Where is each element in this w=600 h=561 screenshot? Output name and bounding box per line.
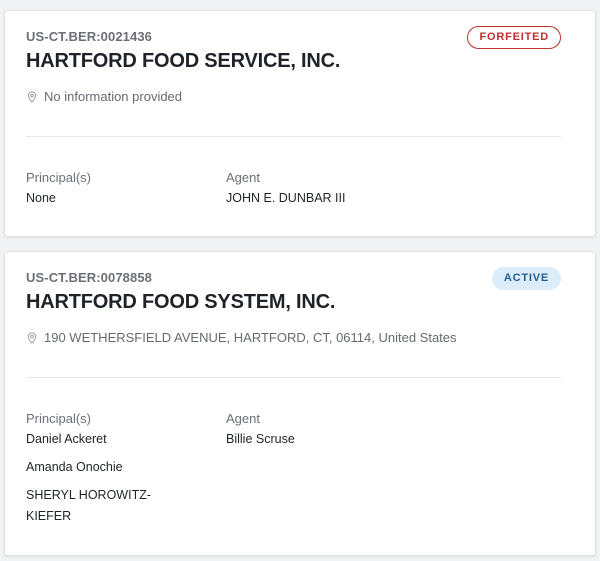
address-text: No information provided: [44, 89, 183, 104]
principal-name: SHERYL HOROWITZ-KIEFER: [26, 488, 152, 523]
registration-id: US-CT.BER:0078858: [26, 270, 152, 285]
principals-section: Principal(s) None: [26, 168, 196, 216]
registration-id: US-CT.BER:0021436: [26, 29, 152, 44]
location-pin-icon: [26, 90, 38, 103]
location-pin-icon: [26, 331, 38, 344]
address-text: 190 WETHERSFIELD AVENUE, HARTFORD, CT, 0…: [44, 330, 457, 345]
status-badge: ACTIVE: [491, 267, 561, 290]
principals-section: Principal(s) Daniel Ackeret Amanda Onoch…: [26, 409, 196, 534]
principal-name: Daniel Ackeret: [26, 432, 107, 446]
divider: [26, 136, 561, 137]
agent-section: Agent JOHN E. DUNBAR III: [226, 168, 526, 216]
agent-section: Agent Billie Scruse: [226, 409, 526, 457]
company-card[interactable]: US-CT.BER:0021436 FORFEITED HARTFORD FOO…: [4, 10, 596, 237]
principal-name: None: [26, 191, 56, 205]
principals-label: Principal(s): [26, 170, 92, 185]
company-card[interactable]: US-CT.BER:0078858 ACTIVE HARTFORD FOOD S…: [4, 251, 596, 556]
agent-label: Agent: [226, 411, 260, 426]
agent-name: Billie Scruse: [226, 432, 295, 446]
divider: [26, 377, 561, 378]
company-name-link[interactable]: HARTFORD FOOD SERVICE, INC.: [26, 50, 340, 73]
agent-label: Agent: [226, 170, 260, 185]
company-address: 190 WETHERSFIELD AVENUE, HARTFORD, CT, 0…: [26, 330, 457, 345]
principals-label: Principal(s): [26, 411, 92, 426]
company-name-link[interactable]: HARTFORD FOOD SYSTEM, INC.: [26, 291, 335, 314]
company-address: No information provided: [26, 89, 182, 104]
status-badge: FORFEITED: [467, 26, 561, 49]
principal-name: Amanda Onochie: [26, 460, 123, 474]
agent-name: JOHN E. DUNBAR III: [226, 191, 346, 205]
